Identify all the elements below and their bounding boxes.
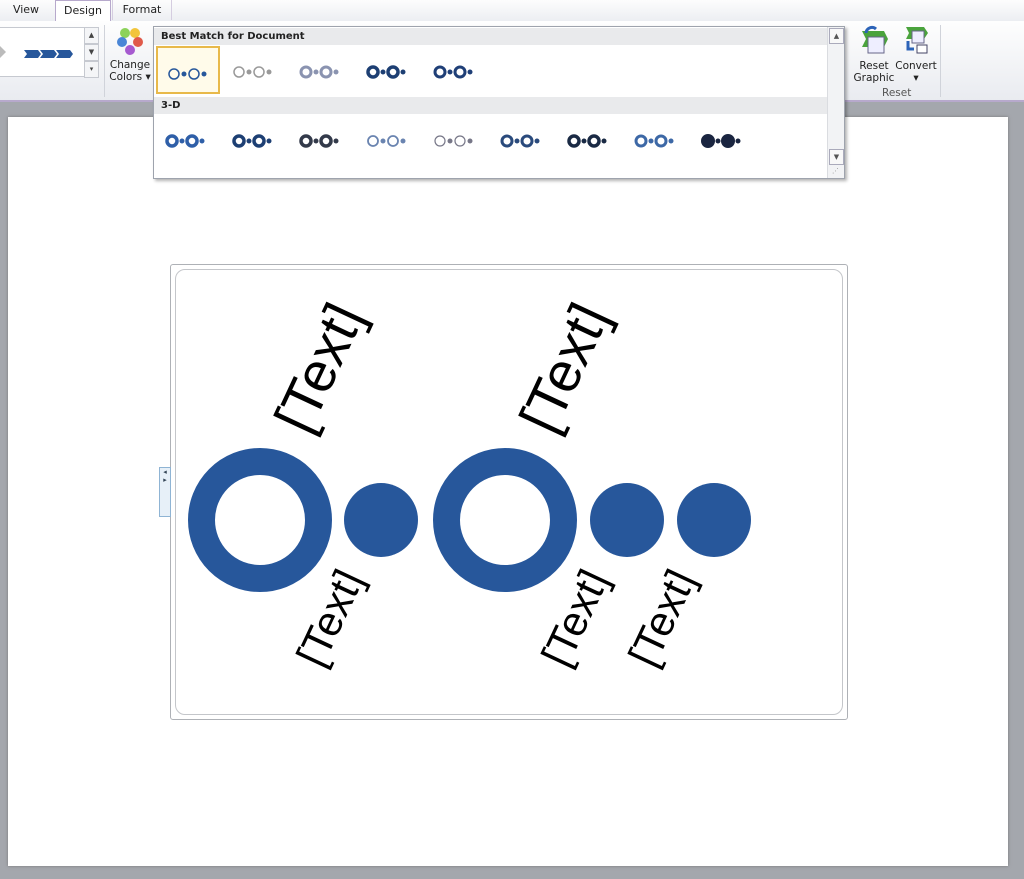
ring-dot-thumbnail-icon [433,65,473,79]
ring-dot-thumbnail-icon [634,134,674,148]
section-best-match: Best Match for Document [154,28,827,45]
shape-dot-2[interactable] [590,483,664,557]
style-option-sunset[interactable] [491,115,555,163]
scroll-down-button[interactable]: ▼ [829,149,844,165]
ring-dot-thumbnail-icon [434,135,473,147]
ring-dot-thumbnail-icon [299,65,339,79]
ring-dot-thumbnail-icon [701,134,741,148]
style-option-cartoon[interactable] [290,115,354,163]
resize-grip-icon[interactable]: ⋰ [832,167,839,175]
style-option-outline-gray[interactable] [290,46,354,94]
style-option-brick-scene[interactable] [424,115,488,163]
style-option-simple[interactable] [156,46,220,94]
ring-dot-thumbnail-icon [299,134,339,148]
ring-dot-thumbnail-icon [567,134,607,148]
style-option-powder[interactable] [357,115,421,163]
shape-ring-1[interactable] [188,448,332,592]
ring-dot-thumbnail-icon [168,68,207,80]
section-3d: 3-D [154,97,827,114]
ring-dot-thumbnail-icon [500,134,540,148]
smartart-styles-gallery: Best Match for Document 3-D ▲ ▼ ⋰ [153,26,845,179]
style-option-intense[interactable] [357,46,421,94]
shape-dot-1[interactable] [344,483,418,557]
style-option-bird-s-eye[interactable] [692,115,756,163]
gallery-scrollbar[interactable]: ▲ ▼ ⋰ [827,27,844,178]
ring-dot-thumbnail-icon [367,135,406,147]
style-option-moderate[interactable] [424,46,488,94]
style-option-flat-scene[interactable] [558,115,622,163]
ring-dot-thumbnail-icon [233,66,272,78]
style-option-inset[interactable] [223,115,287,163]
style-option-outline-light[interactable] [223,46,287,94]
shape-ring-2[interactable] [433,448,577,592]
style-option-metallic[interactable] [625,115,689,163]
ring-dot-thumbnail-icon [165,134,205,148]
scroll-up-button[interactable]: ▲ [829,28,844,44]
shape-dot-3[interactable] [677,483,751,557]
ring-dot-thumbnail-icon [232,134,272,148]
ring-dot-thumbnail-icon [366,65,406,79]
style-option-polished[interactable] [156,115,220,163]
